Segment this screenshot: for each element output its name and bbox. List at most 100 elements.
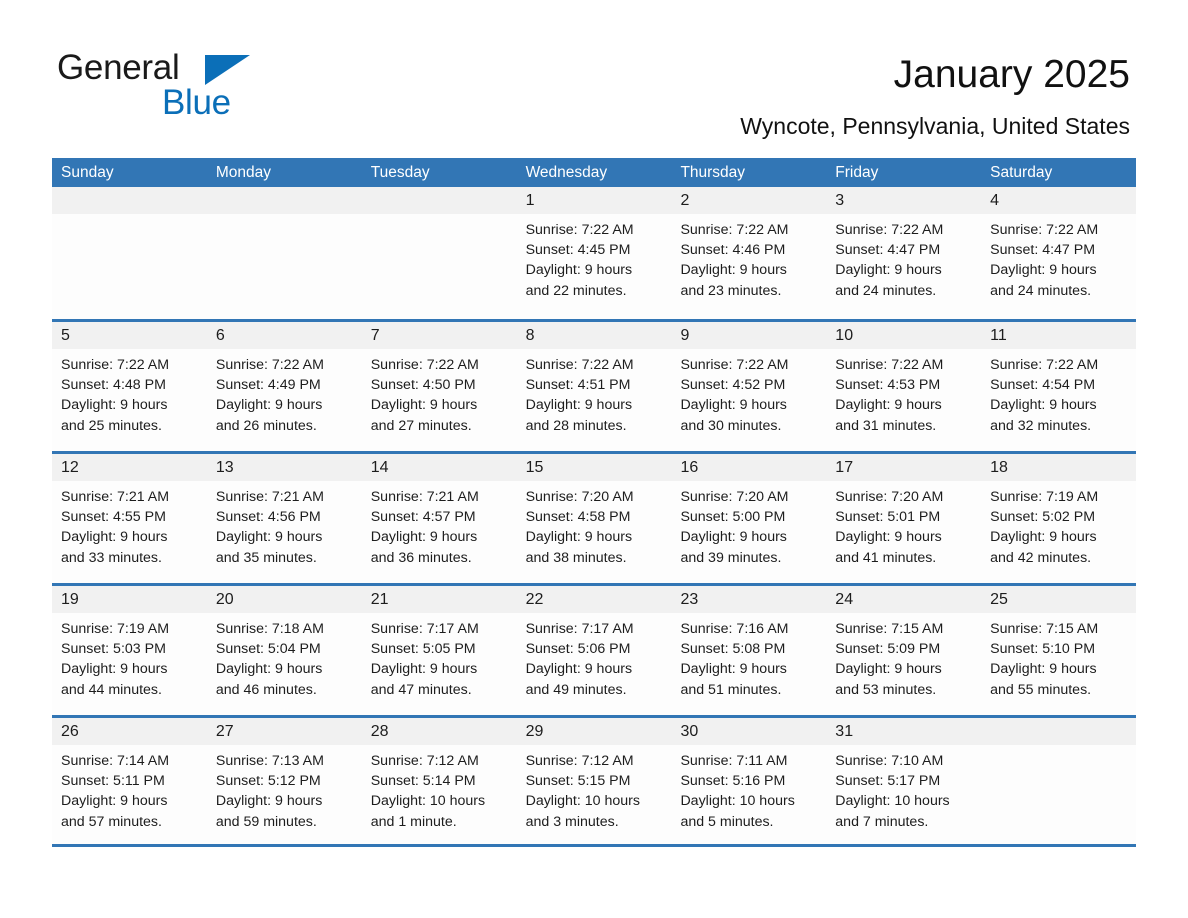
calendar-day-cell[interactable]: 29 Sunrise: 7:12 AM Sunset: 5:15 PM Dayligh… [516,718,672,844]
calendar-day-cell-empty [361,187,517,319]
calendar-day-cell[interactable]: 5 Sunrise: 7:22 AM Sunset: 4:48 PM Daylight… [52,322,207,451]
calendar-day-cell[interactable]: 20 Sunrise: 7:18 AM Sunset: 5:04 PM Dayligh… [206,586,362,715]
day-detail-line: Sunrise: 7:14 AM [61,753,170,769]
calendar-week-row: 1 Sunrise: 7:22 AM Sunset: 4:45 PM Daylight… [52,187,1137,319]
day-detail-line: Sunset: 4:48 PM [61,377,166,394]
day-details: Sunrise: 7:17 AM Sunset: 5:06 PM Daylight:… [517,613,672,700]
day-detail-line: Sunset: 5:15 PM [525,773,631,790]
generalblue-logo[interactable]: General Blue [57,50,387,130]
day-detail-line: and 27 minutes. [370,417,472,434]
day-detail-line: Sunrise: 7:21 AM [61,489,170,505]
day-detail-line: Sunset: 5:11 PM [61,773,165,790]
day-details: Sunrise: 7:12 AM Sunset: 5:14 PM Daylight:… [362,745,517,832]
day-detail-line: and 7 minutes. [835,813,929,830]
day-number: 22 [525,591,544,608]
day-detail-line: Sunrise: 7:20 AM [680,489,789,505]
calendar-day-cell[interactable]: 15 Sunrise: 7:20 AM Sunset: 4:58 PM Dayligh… [516,454,672,583]
calendar-day-cell[interactable]: 19 Sunrise: 7:19 AM Sunset: 5:03 PM Dayligh… [52,586,207,715]
calendar-day-cell[interactable]: 3 Sunrise: 7:22 AM Sunset: 4:47 PM Daylight… [826,187,982,319]
day-detail-line: Sunrise: 7:19 AM [990,489,1099,505]
day-detail-line: Sunset: 5:04 PM [215,641,321,658]
day-number: 23 [680,591,699,608]
calendar-day-cell[interactable]: 21 Sunrise: 7:17 AM Sunset: 5:05 PM Dayligh… [361,586,517,715]
day-number: 24 [835,591,854,608]
calendar-day-cell[interactable]: 18 Sunrise: 7:19 AM Sunset: 5:02 PM Dayligh… [981,454,1137,583]
day-detail-line: Sunrise: 7:17 AM [525,621,634,637]
weekday-header-saturday: Saturday [990,164,1053,181]
day-detail-line: Sunset: 5:06 PM [525,641,631,658]
day-number-band: 31 [826,718,982,745]
calendar-day-cell[interactable]: 17 Sunrise: 7:20 AM Sunset: 5:01 PM Dayligh… [826,454,982,583]
day-detail-line: Daylight: 9 hours [61,793,168,810]
calendar-day-cell[interactable]: 31 Sunrise: 7:10 AM Sunset: 5:17 PM Dayligh… [826,718,982,844]
calendar-day-cell[interactable]: 13 Sunrise: 7:21 AM Sunset: 4:56 PM Dayligh… [206,454,362,583]
calendar-day-cell[interactable]: 1 Sunrise: 7:22 AM Sunset: 4:45 PM Daylight… [516,187,672,319]
calendar-day-cell[interactable]: 12 Sunrise: 7:21 AM Sunset: 4:55 PM Dayligh… [52,454,207,583]
day-detail-line: Daylight: 10 hours [835,793,950,810]
day-number-band: 5 [52,322,207,349]
calendar-day-cell[interactable]: 4 Sunrise: 7:22 AM Sunset: 4:47 PM Daylight… [981,187,1137,319]
day-detail-line: Sunrise: 7:15 AM [990,621,1099,637]
day-details: Sunrise: 7:15 AM Sunset: 5:10 PM Daylight:… [981,613,1136,700]
calendar-day-cell-empty [206,187,362,319]
day-number: 19 [61,591,79,608]
calendar-day-cell[interactable]: 24 Sunrise: 7:15 AM Sunset: 5:09 PM Dayligh… [826,586,982,715]
day-number: 3 [835,192,845,209]
day-details: Sunrise: 7:14 AM Sunset: 5:11 PM Daylight:… [52,745,207,832]
day-detail-line: Daylight: 9 hours [215,529,323,546]
day-number: 7 [370,327,380,344]
calendar-day-cell[interactable]: 2 Sunrise: 7:22 AM Sunset: 4:46 PM Daylight… [671,187,827,319]
day-detail-line: and 55 minutes. [990,681,1092,698]
calendar-day-cell[interactable]: 14 Sunrise: 7:21 AM Sunset: 4:57 PM Dayligh… [361,454,517,583]
calendar-day-cell[interactable]: 30 Sunrise: 7:11 AM Sunset: 5:16 PM Dayligh… [671,718,827,844]
calendar-day-cell[interactable]: 11 Sunrise: 7:22 AM Sunset: 4:54 PM Dayligh… [981,322,1137,451]
day-detail-line: Daylight: 9 hours [835,262,942,279]
day-detail-line: and 26 minutes. [215,417,317,434]
day-detail-line: Sunset: 5:16 PM [680,773,786,790]
day-detail-line: Sunrise: 7:22 AM [680,222,789,238]
day-number-band: 16 [671,454,827,481]
calendar-day-cell[interactable]: 16 Sunrise: 7:20 AM Sunset: 5:00 PM Dayligh… [671,454,827,583]
calendar-day-cell[interactable]: 10 Sunrise: 7:22 AM Sunset: 4:53 PM Dayligh… [826,322,982,451]
calendar-day-cell[interactable]: 23 Sunrise: 7:16 AM Sunset: 5:08 PM Dayligh… [671,586,827,715]
day-number: 4 [990,192,1000,209]
calendar-day-cell[interactable]: 28 Sunrise: 7:12 AM Sunset: 5:14 PM Dayligh… [361,718,517,844]
day-number-band: 10 [826,322,982,349]
day-details: Sunrise: 7:21 AM Sunset: 4:55 PM Daylight:… [52,481,207,568]
day-details: Sunrise: 7:22 AM Sunset: 4:48 PM Daylight:… [52,349,207,436]
calendar-day-cell[interactable]: 9 Sunrise: 7:22 AM Sunset: 4:52 PM Daylight… [671,322,827,451]
calendar-week-row: 5 Sunrise: 7:22 AM Sunset: 4:48 PM Daylight… [52,319,1137,451]
day-detail-line: Sunrise: 7:22 AM [990,222,1099,238]
day-detail-line: and 39 minutes. [680,549,782,566]
day-detail-line: and 25 minutes. [61,417,162,434]
day-detail-line: Sunrise: 7:12 AM [370,753,479,769]
day-detail-line: Sunset: 4:57 PM [370,509,476,526]
day-number-band: 14 [361,454,517,481]
page-header: General Blue January 2025 Wyncote, Penns… [0,0,1188,150]
day-details: Sunrise: 7:22 AM Sunset: 4:52 PM Daylight:… [671,349,826,436]
day-detail-line: Daylight: 9 hours [61,529,168,546]
calendar-day-cell[interactable]: 6 Sunrise: 7:22 AM Sunset: 4:49 PM Daylight… [206,322,362,451]
day-detail-line: Daylight: 10 hours [525,793,640,810]
calendar-day-cell[interactable]: 7 Sunrise: 7:22 AM Sunset: 4:50 PM Daylight… [361,322,517,451]
calendar-day-cell[interactable]: 27 Sunrise: 7:13 AM Sunset: 5:12 PM Dayligh… [206,718,362,844]
calendar-week-row: 19 Sunrise: 7:19 AM Sunset: 5:03 PM Dayligh… [52,583,1137,715]
day-number-band: 1 [516,187,672,214]
day-detail-line: Daylight: 9 hours [525,661,633,678]
calendar-day-cell[interactable]: 22 Sunrise: 7:17 AM Sunset: 5:06 PM Dayligh… [516,586,672,715]
day-detail-line: and 24 minutes. [835,282,937,299]
calendar-day-cell[interactable]: 25 Sunrise: 7:15 AM Sunset: 5:10 PM Dayligh… [981,586,1137,715]
day-detail-line: Sunrise: 7:22 AM [525,222,634,238]
day-number-band: 27 [206,718,362,745]
day-number-band: 2 [671,187,827,214]
day-detail-line: Daylight: 9 hours [990,529,1097,546]
day-detail-line: Sunset: 4:54 PM [990,377,1096,394]
day-details: Sunrise: 7:21 AM Sunset: 4:56 PM Daylight:… [207,481,362,568]
calendar-day-cell[interactable]: 26 Sunrise: 7:14 AM Sunset: 5:11 PM Dayligh… [52,718,207,844]
day-details: Sunrise: 7:22 AM Sunset: 4:49 PM Daylight:… [207,349,362,436]
day-details: Sunrise: 7:22 AM Sunset: 4:47 PM Daylight:… [826,214,981,301]
day-number-band: 8 [516,322,672,349]
day-detail-line: Daylight: 9 hours [525,529,633,546]
page-title: January 2025 [893,53,1130,96]
calendar-day-cell[interactable]: 8 Sunrise: 7:22 AM Sunset: 4:51 PM Daylight… [516,322,672,451]
